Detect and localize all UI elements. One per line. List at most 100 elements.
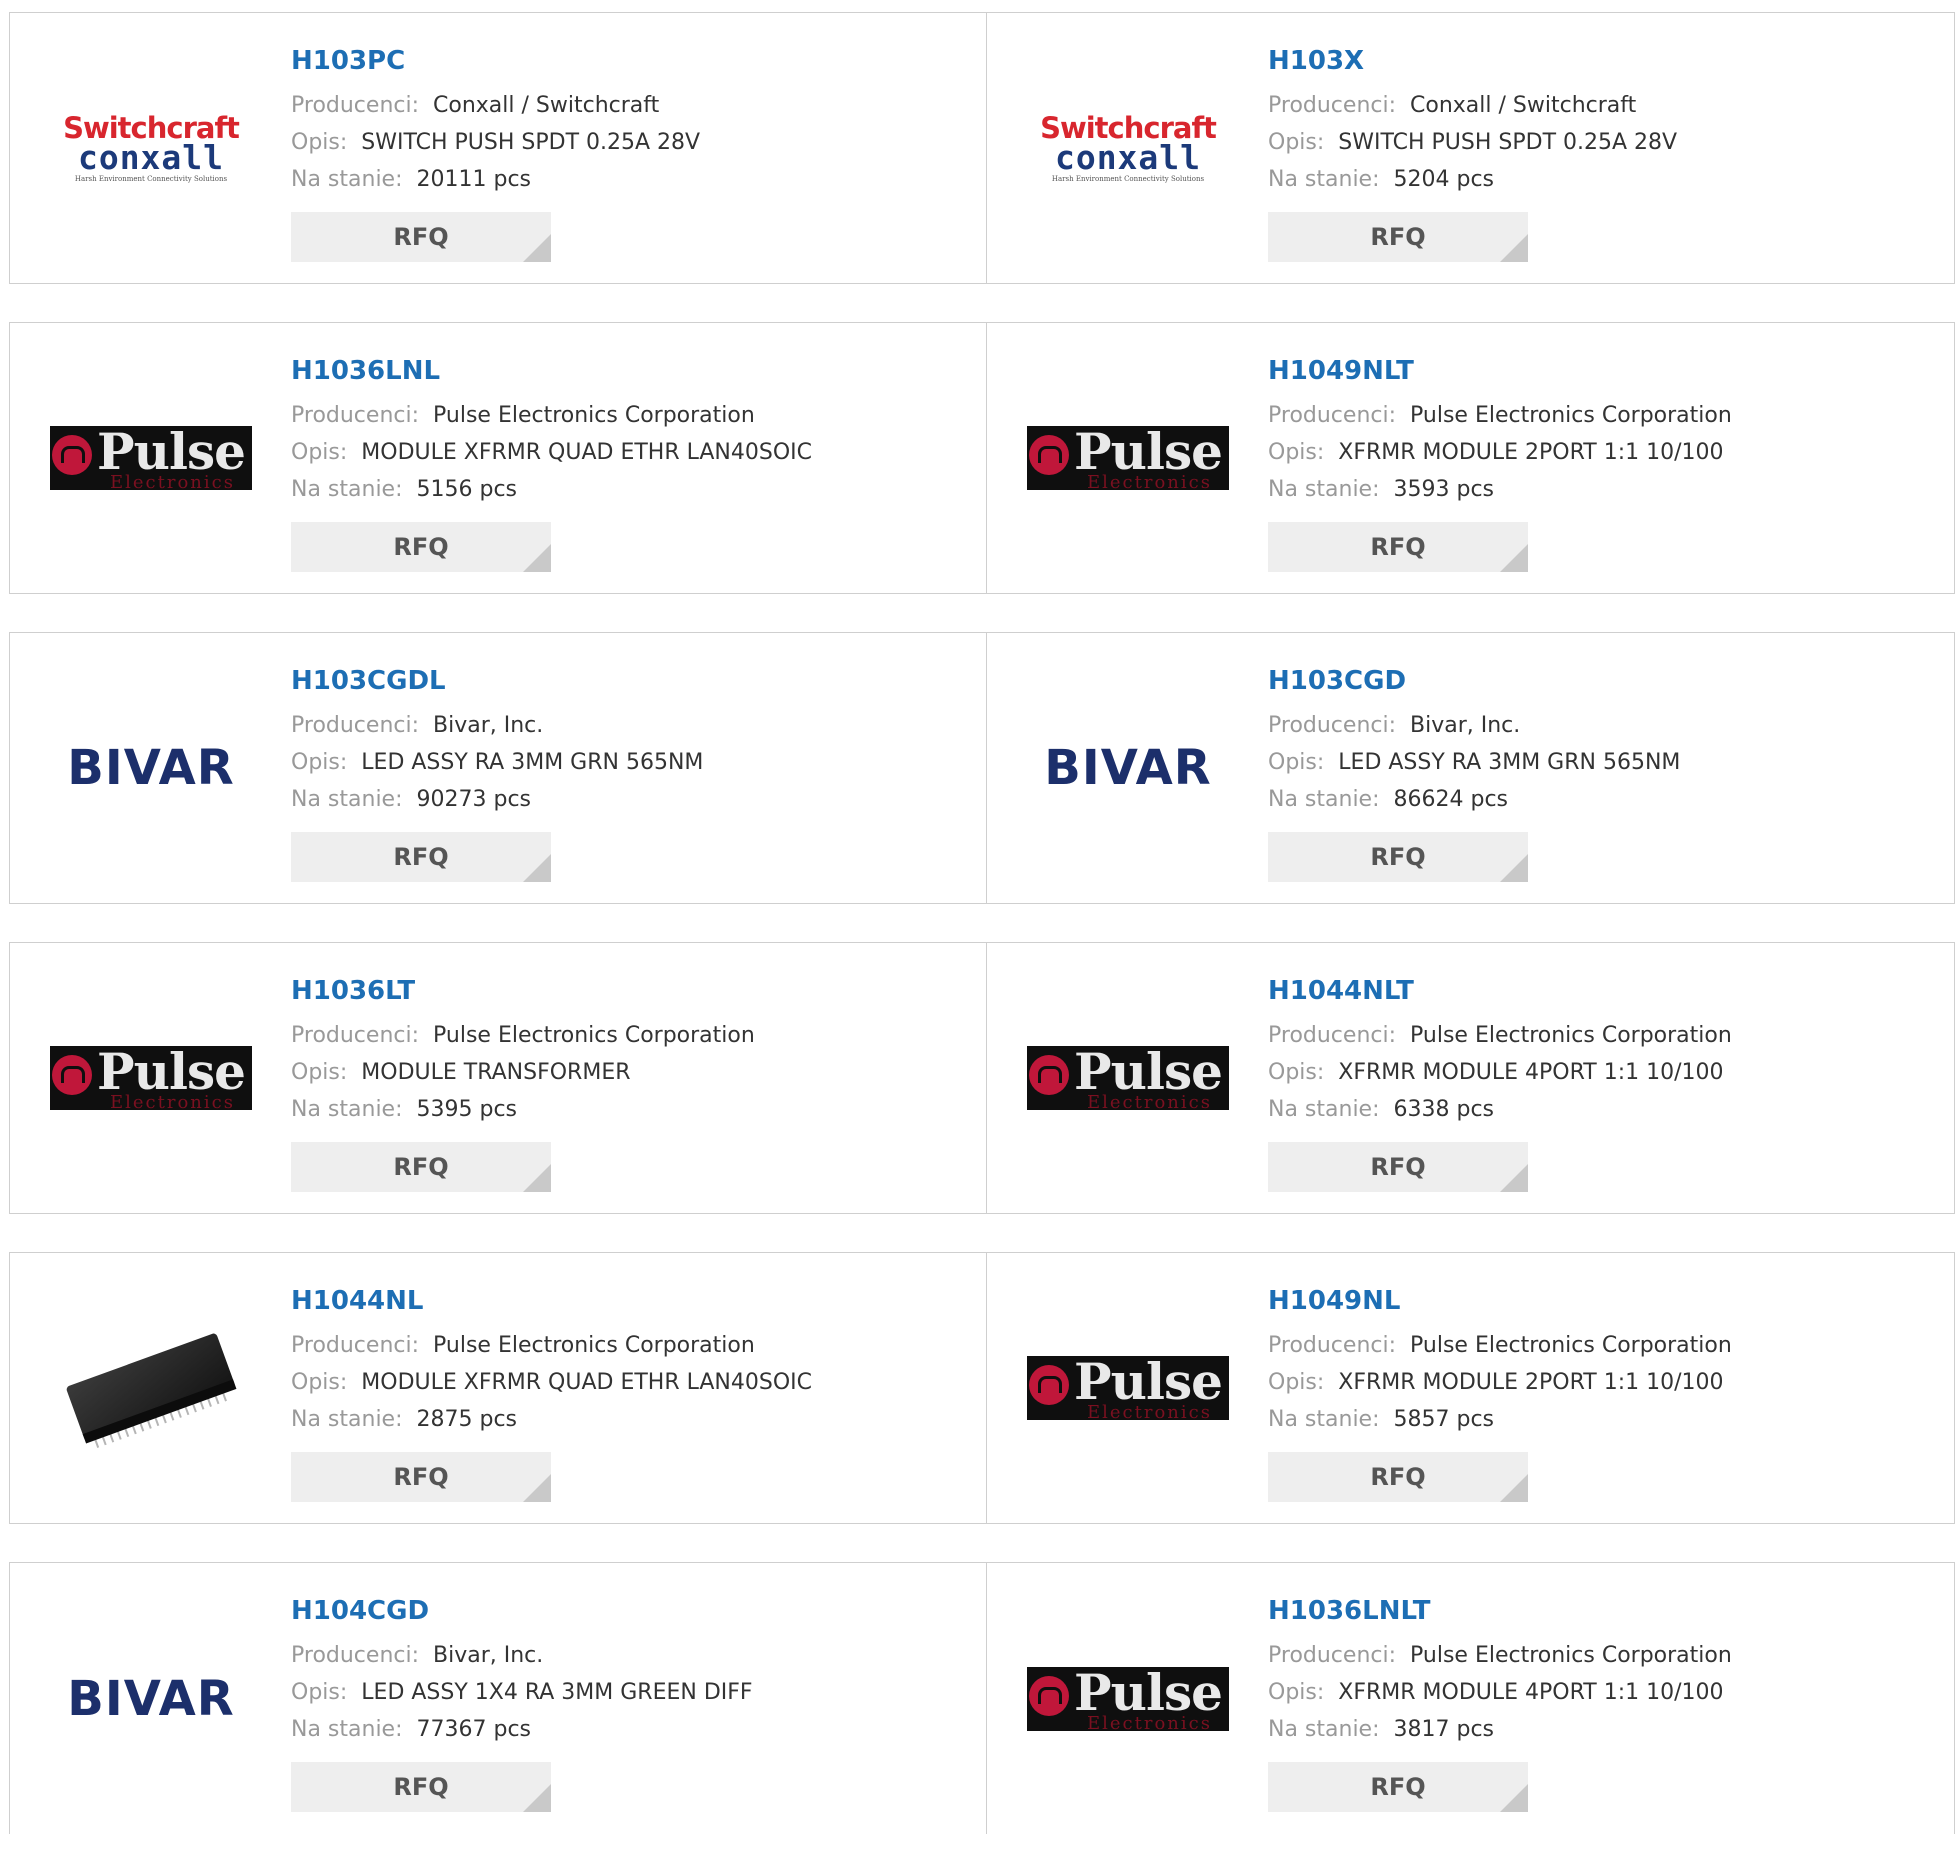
logo-text-electronics: Electronics [1087, 1402, 1212, 1420]
pulse-circle-icon [52, 1055, 92, 1095]
manufacturer-logo: BIVAR [1027, 633, 1229, 903]
rfq-button[interactable]: RFQ [291, 212, 551, 262]
corner-triangle-icon [523, 544, 551, 572]
description-label: Opis: [291, 1060, 348, 1085]
manufacturer-value: Bivar, Inc. [1410, 713, 1521, 738]
manufacturer-label: Producenci: [291, 403, 420, 428]
switchcraft-conxall-logo: Switchcraft conxall Harsh Environment Co… [1040, 113, 1217, 183]
rfq-button[interactable]: RFQ [1268, 212, 1528, 262]
stock-label: Na stanie: [291, 477, 403, 502]
rfq-button[interactable]: RFQ [291, 1142, 551, 1192]
description-label: Opis: [1268, 130, 1325, 155]
manufacturer-line: Producenci: Conxall / Switchcraft [1268, 87, 1677, 124]
description-line: Opis: MODULE XFRMR QUAD ETHR LAN40SOIC [291, 434, 812, 471]
rfq-button[interactable]: RFQ [291, 1452, 551, 1502]
manufacturer-label: Producenci: [1268, 713, 1397, 738]
part-number-link[interactable]: H1049NL [1268, 1283, 1732, 1319]
stock-line: Na stanie: 86624 pcs [1268, 781, 1680, 818]
part-number-link[interactable]: H1044NL [291, 1283, 812, 1319]
rfq-button[interactable]: RFQ [1268, 1452, 1528, 1502]
manufacturer-label: Producenci: [1268, 1023, 1397, 1048]
description-line: Opis: XFRMR MODULE 2PORT 1:1 10/100 [1268, 434, 1732, 471]
manufacturer-value: Pulse Electronics Corporation [433, 403, 755, 428]
manufacturer-logo: Pulse Electronics [50, 323, 252, 593]
product-row: Switchcraft conxall Harsh Environment Co… [9, 12, 1955, 284]
part-number-link[interactable]: H104CGD [291, 1593, 753, 1629]
product-info: H1036LNL Producenci: Pulse Electronics Cor… [291, 353, 812, 572]
description-value: MODULE TRANSFORMER [361, 1060, 631, 1085]
stock-value: 3593 pcs [1393, 477, 1495, 502]
manufacturer-value: Pulse Electronics Corporation [1410, 1333, 1732, 1358]
corner-triangle-icon [1500, 544, 1528, 572]
stock-label: Na stanie: [291, 787, 403, 812]
manufacturer-logo: Switchcraft conxall Harsh Environment Co… [50, 13, 252, 283]
part-number-link[interactable]: H1049NLT [1268, 353, 1732, 389]
pulse-electronics-logo: Pulse Electronics [1027, 426, 1229, 490]
manufacturer-line: Producenci: Bivar, Inc. [291, 1637, 753, 1674]
part-number-link[interactable]: H1036LNL [291, 353, 812, 389]
stock-value: 5204 pcs [1393, 167, 1495, 192]
logo-text-electronics: Electronics [1087, 472, 1212, 490]
stock-label: Na stanie: [1268, 167, 1380, 192]
product-info: H1036LNLT Producenci: Pulse Electronics Co… [1268, 1593, 1732, 1812]
manufacturer-line: Producenci: Bivar, Inc. [291, 707, 703, 744]
ic-chip-photo [66, 1333, 237, 1448]
part-number-link[interactable]: H103CGDL [291, 663, 703, 699]
rfq-button[interactable]: RFQ [1268, 522, 1528, 572]
manufacturer-value: Pulse Electronics Corporation [433, 1023, 755, 1048]
product-info: H103X Producenci: Conxall / Switchcraft Opi… [1268, 43, 1677, 262]
rfq-label: RFQ [393, 533, 449, 561]
manufacturer-label: Producenci: [291, 1333, 420, 1358]
part-number-link[interactable]: H1044NLT [1268, 973, 1732, 1009]
logo-text-electronics: Electronics [1087, 1712, 1212, 1731]
bivar-logo: BIVAR [67, 1670, 235, 1727]
description-value: XFRMR MODULE 2PORT 1:1 10/100 [1338, 440, 1724, 465]
pulse-circle-icon [1029, 435, 1069, 475]
manufacturer-label: Producenci: [291, 1023, 420, 1048]
rfq-button[interactable]: RFQ [291, 522, 551, 572]
manufacturer-logo: BIVAR [50, 1563, 252, 1834]
manufacturer-line: Producenci: Conxall / Switchcraft [291, 87, 700, 124]
corner-triangle-icon [523, 854, 551, 882]
manufacturer-line: Producenci: Pulse Electronics Corporation [1268, 1017, 1732, 1054]
rfq-button[interactable]: RFQ [291, 1762, 551, 1812]
corner-triangle-icon [523, 1784, 551, 1812]
description-label: Opis: [291, 1370, 348, 1395]
description-label: Opis: [291, 750, 348, 775]
stock-value: 6338 pcs [1393, 1097, 1495, 1122]
logo-text-electronics: Electronics [1087, 1092, 1212, 1110]
part-number-link[interactable]: H103CGD [1268, 663, 1680, 699]
stock-line: Na stanie: 77367 pcs [291, 1711, 753, 1748]
pulse-circle-icon [52, 435, 92, 475]
description-value: XFRMR MODULE 4PORT 1:1 10/100 [1338, 1680, 1724, 1705]
description-label: Opis: [291, 1680, 348, 1705]
part-number-link[interactable]: H103PC [291, 43, 700, 79]
description-label: Opis: [1268, 440, 1325, 465]
part-number-link[interactable]: H1036LT [291, 973, 755, 1009]
corner-triangle-icon [1500, 854, 1528, 882]
part-number-link[interactable]: H1036LNLT [1268, 1593, 1732, 1629]
stock-value: 86624 pcs [1393, 787, 1509, 812]
stock-value: 77367 pcs [416, 1717, 532, 1742]
logo-text-conxall: conxall [1054, 137, 1202, 177]
logo-text-electronics: Electronics [110, 472, 235, 490]
manufacturer-label: Producenci: [291, 93, 420, 118]
pulse-electronics-logo: Pulse Electronics [1027, 1046, 1229, 1110]
rfq-label: RFQ [393, 843, 449, 871]
stock-line: Na stanie: 6338 pcs [1268, 1091, 1732, 1128]
manufacturer-label: Producenci: [291, 1643, 420, 1668]
product-card: BIVAR H103CGDL Producenci: Bivar, Inc. Opis… [10, 633, 986, 903]
stock-label: Na stanie: [1268, 1097, 1380, 1122]
rfq-button[interactable]: RFQ [1268, 832, 1528, 882]
product-info: H103CGD Producenci: Bivar, Inc. Opis: LED AS… [1268, 663, 1680, 882]
rfq-button[interactable]: RFQ [1268, 1762, 1528, 1812]
rfq-button[interactable]: RFQ [1268, 1142, 1528, 1192]
product-card: Pulse Electronics H1049NL Producenci: Puls… [986, 1253, 1954, 1523]
description-value: XFRMR MODULE 2PORT 1:1 10/100 [1338, 1370, 1724, 1395]
rfq-button[interactable]: RFQ [291, 832, 551, 882]
part-number-link[interactable]: H103X [1268, 43, 1677, 79]
corner-triangle-icon [1500, 1474, 1528, 1502]
stock-line: Na stanie: 3593 pcs [1268, 471, 1732, 508]
description-line: Opis: MODULE XFRMR QUAD ETHR LAN40SOIC [291, 1364, 812, 1401]
product-row: Pulse Electronics H1036LT Producenci: Puls… [9, 942, 1955, 1214]
